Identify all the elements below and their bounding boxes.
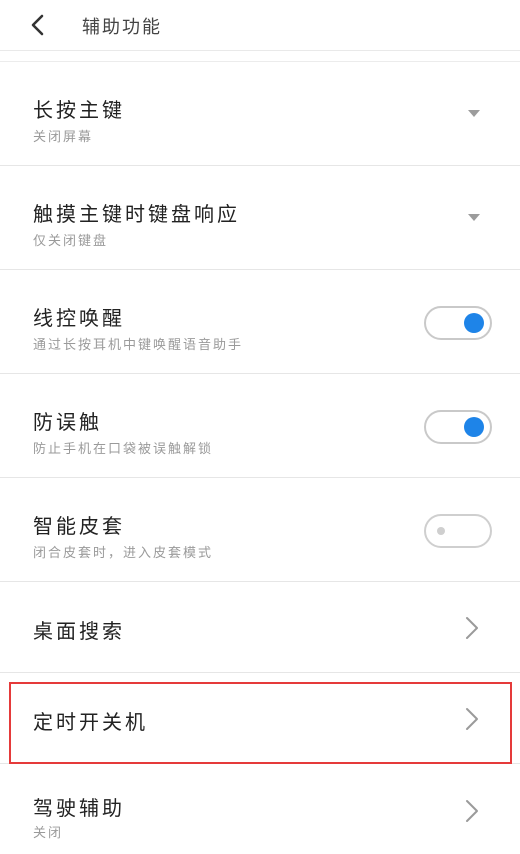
toggle-knob [437,527,445,535]
settings-list: 长按主键 关闭屏幕 触摸主键时键盘响应 仅关闭键盘 线控唤醒 通过长按耳机中键唤… [0,62,520,854]
setting-touch-home-keyboard[interactable]: 触摸主键时键盘响应 仅关闭键盘 [0,166,520,270]
chevron-left-icon[interactable] [26,13,50,37]
setting-title: 防误触 [33,410,102,434]
divider [0,51,520,62]
toggle-knob [464,313,484,333]
setting-long-press-home[interactable]: 长按主键 关闭屏幕 [0,62,520,166]
setting-title: 触摸主键时键盘响应 [33,202,240,226]
setting-title: 智能皮套 [33,514,125,538]
page-title: 辅助功能 [82,17,162,38]
chevron-right-icon [466,617,478,639]
setting-subtitle: 关闭屏幕 [33,130,94,145]
setting-anti-mistouch: 防误触 防止手机在口袋被误触解锁 [0,374,520,478]
setting-title: 驾驶辅助 [33,796,125,820]
setting-driving-assist[interactable]: 驾驶辅助 关闭 [0,764,520,854]
dropdown-caret-icon[interactable] [468,110,480,117]
setting-subtitle: 防止手机在口袋被误触解锁 [33,442,214,457]
setting-title: 线控唤醒 [33,306,125,330]
setting-title: 定时开关机 [33,710,148,734]
setting-wired-wake: 线控唤醒 通过长按耳机中键唤醒语音助手 [0,270,520,374]
setting-scheduled-power[interactable]: 定时开关机 [0,673,520,764]
anti-mistouch-toggle[interactable] [424,410,492,444]
toggle-knob [464,417,484,437]
app-header: 辅助功能 [0,0,520,51]
setting-title: 长按主键 [33,98,125,122]
setting-desktop-search[interactable]: 桌面搜索 [0,582,520,673]
setting-subtitle: 仅关闭键盘 [33,234,109,249]
dropdown-caret-icon[interactable] [468,214,480,221]
chevron-right-icon [466,708,478,730]
smart-cover-toggle[interactable] [424,514,492,548]
setting-subtitle: 闭合皮套时，进入皮套模式 [33,546,214,561]
setting-title: 桌面搜索 [33,619,125,643]
setting-subtitle: 关闭 [33,826,64,841]
setting-smart-cover: 智能皮套 闭合皮套时，进入皮套模式 [0,478,520,582]
setting-subtitle: 通过长按耳机中键唤醒语音助手 [33,338,244,353]
chevron-right-icon [466,800,478,822]
wired-wake-toggle[interactable] [424,306,492,340]
